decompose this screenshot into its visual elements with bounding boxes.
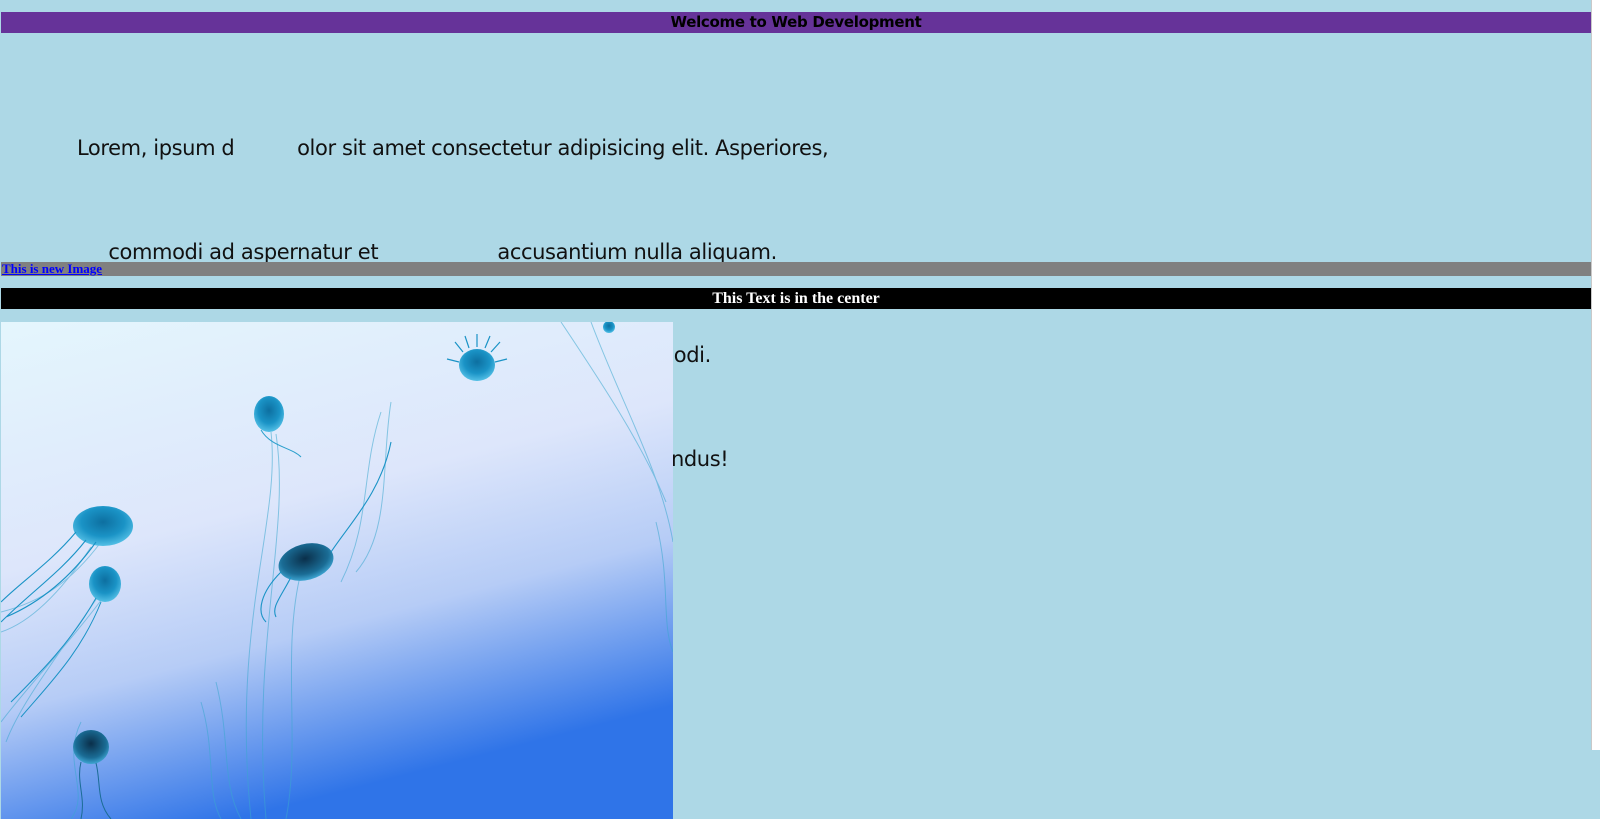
vertical-scrollbar[interactable] — [1591, 0, 1600, 750]
center-banner: This Text is in the center — [1, 288, 1591, 309]
paragraph-line-1: Lorem, ipsum d olor sit amet consectetur… — [77, 136, 829, 160]
center-banner-text: This Text is in the center — [712, 290, 880, 307]
new-image-link[interactable]: This is new Image — [2, 262, 102, 276]
page-header: Welcome to Web Development — [1, 12, 1591, 33]
jellyfish-image — [1, 322, 673, 819]
page-title: Welcome to Web Development — [670, 13, 922, 31]
jellyfish-photo-icon — [1, 322, 673, 819]
image-caption-bar: This is new Image — [1, 262, 1591, 276]
